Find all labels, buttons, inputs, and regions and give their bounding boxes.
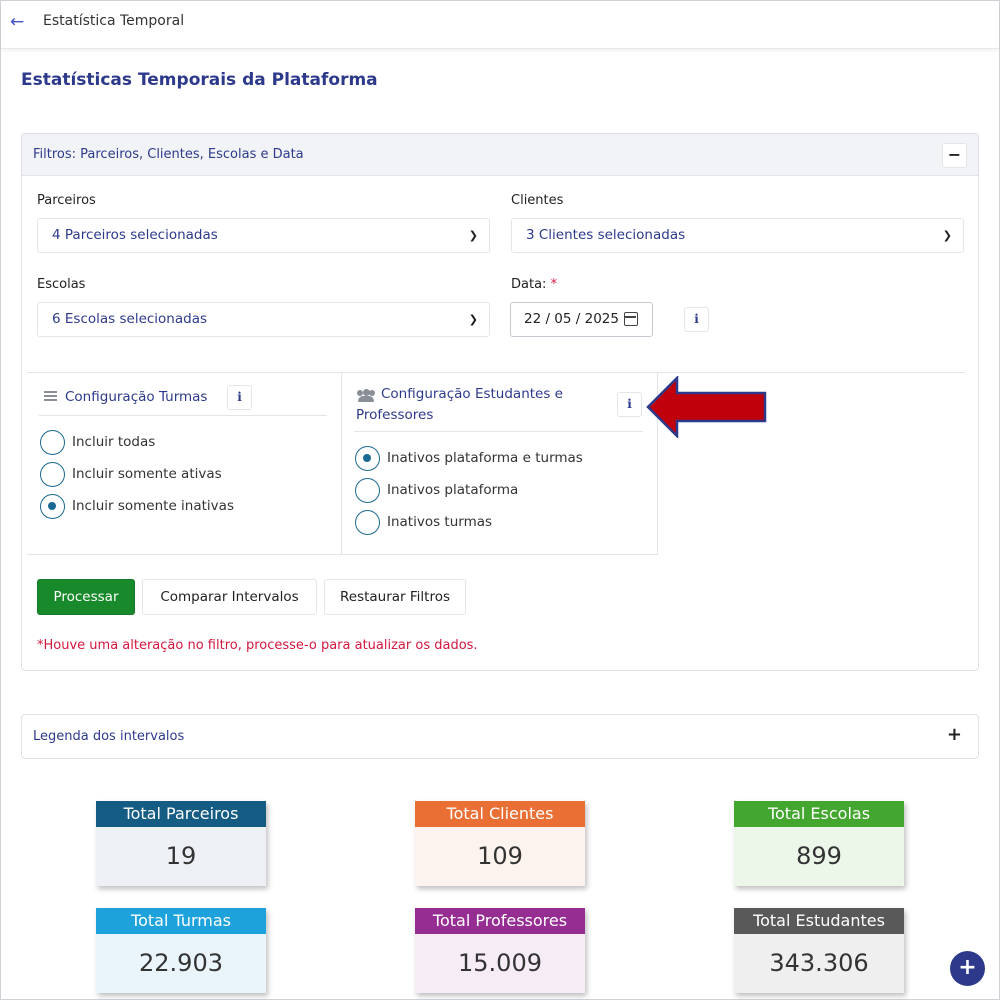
legend-title: Legenda dos intervalos [33,729,185,744]
stat-value: 899 [734,827,904,886]
filters-header[interactable]: Filtros: Parceiros, Clientes, Escolas e … [22,134,978,176]
radio-label: Inativos turmas [387,514,493,530]
stat-card-professores: Total Professores 15.009 [415,908,585,993]
stat-card-parceiros: Total Parceiros 19 [96,801,266,886]
stat-label: Total Clientes [415,801,585,827]
divider [354,431,643,432]
required-mark: * [550,277,558,292]
data-label-text: Data: [511,277,547,292]
stat-label: Total Parceiros [96,801,266,827]
stat-card-clientes: Total Clientes 109 [415,801,585,886]
red-arrow-annotation [646,376,767,438]
processar-button[interactable]: Processar [37,579,135,615]
radio-label: Incluir todas [72,434,156,450]
topbar-title: Estatística Temporal [43,13,185,29]
config-section: Configuração Turmas i Incluir todas Incl… [27,372,965,555]
stat-label: Total Estudantes [734,908,904,934]
config-turmas: Configuração Turmas i Incluir todas Incl… [27,373,343,555]
clientes-value: 3 Clientes selecionadas [526,227,686,243]
radio-label: Inativos plataforma e turmas [387,450,583,466]
add-fab-button[interactable]: + [950,951,985,986]
filter-warning: *Houve uma alteração no filtro, processe… [37,638,478,653]
parceiros-label: Parceiros [37,193,96,208]
clientes-select[interactable]: 3 Clientes selecionadas ❯ [511,218,964,253]
stat-label: Total Turmas [96,908,266,934]
date-info-button[interactable]: i [684,307,709,332]
users-icon [357,389,375,402]
stat-value: 19 [96,827,266,886]
config-estudantes-title: Configuração Estudantes e [381,386,563,402]
divider [27,554,343,555]
radio-circle-checked[interactable] [355,446,380,471]
chevron-down-icon: ❯ [468,313,478,326]
stat-value: 15.009 [415,934,585,993]
config-turmas-title: Configuração Turmas [65,389,208,405]
escolas-value: 6 Escolas selecionadas [52,311,208,327]
stat-value: 343.306 [734,934,904,993]
radio-circle-checked[interactable] [40,494,65,519]
radio-label: Inativos plataforma [387,482,519,498]
escolas-select[interactable]: 6 Escolas selecionadas ❯ [37,302,490,337]
filters-panel: Filtros: Parceiros, Clientes, Escolas e … [21,133,979,671]
chevron-down-icon: ❯ [468,229,478,242]
stat-card-turmas: Total Turmas 22.903 [96,908,266,993]
clientes-label: Clientes [511,193,564,208]
expand-icon[interactable]: + [947,724,962,745]
data-label: Data: * [511,277,557,292]
stat-value: 22.903 [96,934,266,993]
stat-card-escolas: Total Escolas 899 [734,801,904,886]
top-bar: ← Estatística Temporal [1,1,999,49]
stat-card-estudantes: Total Estudantes 343.306 [734,908,904,993]
list-icon [44,391,57,401]
arrow-left-icon[interactable]: ← [10,13,28,31]
radio-circle[interactable] [40,430,65,455]
turmas-info-button[interactable]: i [227,385,252,410]
stat-label: Total Professores [415,908,585,934]
estudantes-info-button[interactable]: i [617,392,642,417]
radio-circle[interactable] [355,478,380,503]
stat-value: 109 [415,827,585,886]
calendar-icon[interactable] [624,312,638,326]
legend-panel[interactable]: Legenda dos intervalos + [21,714,979,759]
date-input[interactable]: 22 / 05 / 2025 [510,302,653,337]
radio-label: Incluir somente inativas [72,498,234,514]
filters-title: Filtros: Parceiros, Clientes, Escolas e … [33,147,304,162]
chevron-down-icon: ❯ [942,229,952,242]
divider [39,415,327,416]
config-estudantes-title-line2: Professores [356,407,434,423]
page-title: Estatísticas Temporais da Plataforma [21,70,378,90]
radio-circle[interactable] [355,510,380,535]
restaurar-filtros-button[interactable]: Restaurar Filtros [324,579,466,615]
radio-label: Incluir somente ativas [72,466,222,482]
date-value: 22 / 05 / 2025 [524,311,619,327]
parceiros-select[interactable]: 4 Parceiros selecionadas ❯ [37,218,490,253]
escolas-label: Escolas [37,277,86,292]
config-estudantes: Configuração Estudantes e Professores i … [342,373,658,555]
comparar-intervalos-button[interactable]: Comparar Intervalos [142,579,317,615]
stat-label: Total Escolas [734,801,904,827]
collapse-button[interactable]: − [942,143,967,168]
parceiros-value: 4 Parceiros selecionadas [52,227,218,243]
radio-circle[interactable] [40,462,65,487]
